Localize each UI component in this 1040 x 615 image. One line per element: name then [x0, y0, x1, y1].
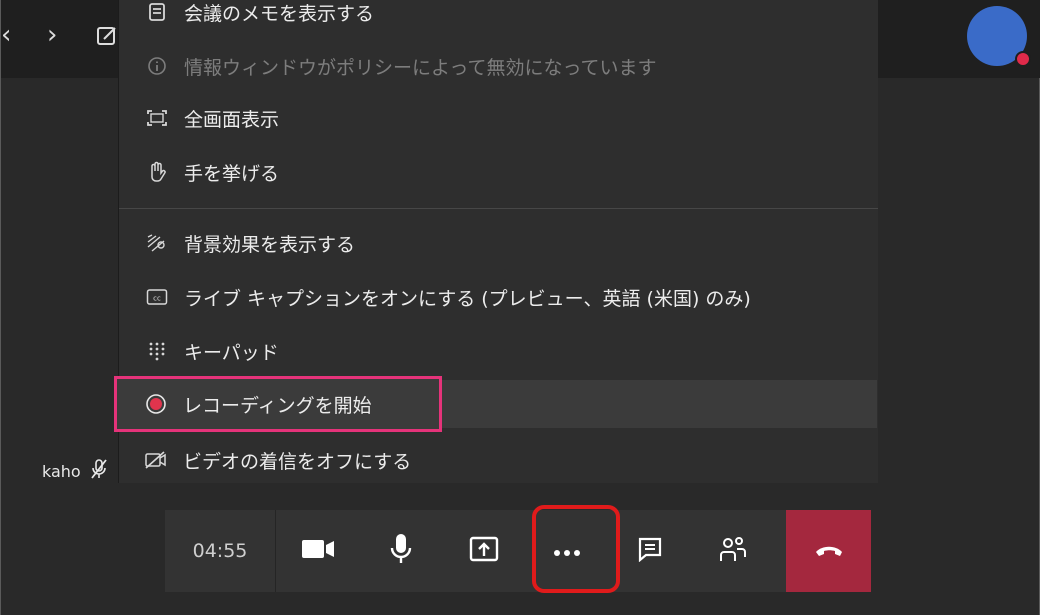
camera-button[interactable] — [276, 510, 359, 592]
menu-item-background-effects[interactable]: 背景効果を表示する — [119, 219, 878, 267]
menu-item-label: ライブ キャプションをオンにする (プレビュー、英語 (米国) のみ) — [184, 287, 751, 310]
menu-item-full-screen[interactable]: 全画面表示 — [119, 94, 878, 142]
menu-item-label: 手を挙げる — [184, 162, 280, 185]
menu-divider — [119, 208, 878, 209]
menu-item-label: 情報ウィンドウがポリシーによって無効になっています — [184, 56, 657, 79]
menu-item-turn-off-incoming-video[interactable]: ビデオの着信をオフにする — [118, 436, 877, 484]
mic-muted-icon — [89, 458, 109, 484]
app-window: ‹ › 会議のメモを表示する 情報ウィンドウがポリシーによって無効になっています… — [0, 0, 1040, 615]
chevron-right-icon[interactable]: › — [47, 22, 57, 48]
share-screen-icon — [469, 536, 499, 566]
people-icon — [718, 535, 748, 567]
participant-label: kaho — [42, 458, 109, 484]
menu-item-label: キーパッド — [184, 341, 279, 364]
microphone-icon — [390, 533, 412, 569]
menu-item-label: レコーディングを開始 — [183, 394, 372, 417]
record-icon — [143, 393, 169, 415]
participants-button[interactable] — [691, 510, 774, 592]
menu-item-info-pane-disabled: 情報ウィンドウがポリシーによって無効になっています — [119, 42, 878, 90]
video-camera-icon — [301, 538, 335, 564]
background-effects-icon — [144, 233, 170, 253]
menu-item-label: 背景効果を表示する — [184, 233, 356, 256]
phone-hangup-icon — [814, 542, 844, 561]
menu-item-label: 全画面表示 — [184, 108, 280, 131]
hangup-button[interactable] — [786, 510, 871, 592]
mic-button[interactable] — [359, 510, 442, 592]
highlight-box-more-actions — [532, 505, 620, 593]
compose-icon[interactable] — [95, 24, 119, 52]
chevron-left-icon[interactable]: ‹ — [1, 22, 11, 48]
keypad-icon — [144, 341, 170, 361]
svg-text:cc: cc — [153, 295, 161, 303]
call-timer: 04:55 — [165, 510, 276, 592]
menu-item-raise-hand[interactable]: 手を挙げる — [119, 148, 878, 196]
chat-icon — [637, 536, 663, 566]
raise-hand-icon — [144, 161, 170, 183]
menu-item-show-meeting-notes[interactable]: 会議のメモを表示する — [119, 0, 878, 36]
presence-indicator — [1015, 51, 1031, 67]
chat-button[interactable] — [608, 510, 691, 592]
info-icon — [144, 56, 170, 76]
video-off-icon — [143, 450, 169, 470]
notes-icon — [144, 2, 170, 22]
call-controls-bar: 04:55 — [165, 510, 871, 592]
closed-captions-icon: cc — [144, 288, 170, 306]
participant-name: kaho — [42, 461, 81, 481]
menu-item-label: 会議のメモを表示する — [184, 2, 375, 25]
menu-item-keypad[interactable]: キーパッド — [119, 327, 878, 375]
menu-item-start-recording[interactable]: レコーディングを開始 — [118, 380, 877, 428]
share-button[interactable] — [442, 510, 525, 592]
menu-item-live-captions[interactable]: cc ライブ キャプションをオンにする (プレビュー、英語 (米国) のみ) — [119, 273, 878, 321]
menu-item-label: ビデオの着信をオフにする — [183, 450, 412, 473]
fullscreen-icon — [144, 108, 170, 128]
